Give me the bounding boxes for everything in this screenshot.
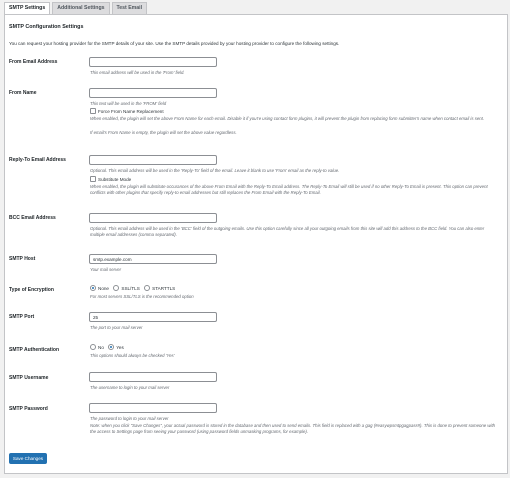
- smtp-username-input[interactable]: [89, 372, 217, 382]
- reply-to-label: Reply-To Email Address: [9, 157, 66, 163]
- smtp-auth-radio-no[interactable]: [90, 344, 96, 350]
- substitute-mode-label: Substitute Mode: [98, 176, 132, 182]
- encryption-option-starttls-label: STARTTLS: [152, 285, 176, 291]
- smtp-auth-desc: This options should always be checked 'Y…: [90, 353, 175, 358]
- encryption-radio-starttls[interactable]: [144, 285, 151, 291]
- from-name-input[interactable]: [89, 88, 217, 98]
- settings-panel: SMTP Configuration Settings You can requ…: [4, 14, 508, 474]
- smtp-auth-option-yes[interactable]: Yes: [108, 344, 124, 350]
- tab-additional-settings[interactable]: Additional Settings: [52, 2, 110, 14]
- substitute-mode-checkbox[interactable]: [90, 176, 96, 182]
- from-name-label: From Name: [9, 90, 37, 96]
- bcc-desc: Optional. This email address will be use…: [90, 226, 485, 238]
- smtp-auth-radio-yes[interactable]: [108, 344, 115, 350]
- smtp-port-input[interactable]: [89, 312, 217, 322]
- from-email-label: From Email Address: [9, 59, 58, 65]
- substitute-mode-desc: When enabled, the plugin will substitute…: [90, 184, 488, 196]
- encryption-label: Type of Encryption: [9, 287, 54, 293]
- substitute-mode-option[interactable]: Substitute Mode: [90, 176, 134, 184]
- intro-text: You can request your hosting provider fo…: [9, 41, 340, 46]
- bcc-label: BCC Email Address: [9, 215, 56, 221]
- smtp-username-desc: The username to login to your mail serve…: [90, 385, 170, 390]
- force-from-name-checkbox[interactable]: [90, 108, 96, 114]
- reply-to-input[interactable]: [89, 155, 217, 165]
- section-title: SMTP Configuration Settings: [9, 24, 84, 30]
- encryption-radio-ssl-tls[interactable]: [113, 285, 120, 291]
- encryption-option-ssl-tls[interactable]: SSL/TLS: [113, 285, 140, 291]
- reply-to-desc: Optional. This email address will be use…: [90, 168, 340, 173]
- smtp-password-label: SMTP Password: [9, 406, 48, 412]
- from-email-input[interactable]: [89, 57, 217, 67]
- force-from-name-desc: When enabled, the plugin will set the ab…: [90, 116, 485, 121]
- encryption-radio-none[interactable]: [90, 285, 96, 291]
- force-from-name-option[interactable]: Force From Name Replacement: [90, 108, 167, 116]
- smtp-auth-label: SMTP Authentication: [9, 347, 59, 353]
- encryption-option-none[interactable]: None: [90, 285, 109, 291]
- encryption-options: None SSL/TLS STARTTLS: [90, 285, 178, 293]
- smtp-username-label: SMTP Username: [9, 375, 49, 381]
- smtp-auth-options: No Yes: [90, 344, 127, 352]
- encryption-option-ssl-tls-label: SSL/TLS: [121, 285, 140, 291]
- smtp-password-input[interactable]: [89, 403, 217, 413]
- force-from-name-label: Force From Name Replacement: [98, 108, 164, 114]
- from-email-desc: This email address will be used in the '…: [90, 70, 185, 75]
- tab-test-email[interactable]: Test Email: [111, 2, 148, 14]
- smtp-host-desc: Your mail server: [90, 267, 122, 272]
- smtp-auth-option-no[interactable]: No: [90, 344, 104, 350]
- encryption-option-none-label: None: [98, 285, 109, 291]
- smtp-password-note: Note: when you click "Save Changes", you…: [90, 423, 496, 435]
- force-from-name-desc-2: If email's From Name is empty, the plugi…: [90, 130, 237, 135]
- smtp-port-label: SMTP Port: [9, 314, 35, 320]
- smtp-host-input[interactable]: [89, 254, 217, 264]
- save-changes-button[interactable]: Save Changes: [9, 453, 47, 464]
- smtp-auth-option-yes-label: Yes: [116, 344, 124, 350]
- encryption-option-starttls[interactable]: STARTTLS: [144, 285, 175, 291]
- from-name-desc: This text will be used in the 'FROM' fie…: [90, 101, 167, 106]
- bcc-input[interactable]: [89, 213, 217, 223]
- smtp-port-desc: The port to your mail server: [90, 325, 143, 330]
- smtp-auth-option-no-label: No: [98, 344, 104, 350]
- encryption-desc: For most servers SSL/TLS is the recommen…: [90, 294, 194, 299]
- smtp-password-desc: The password to login to your mail serve…: [90, 416, 169, 421]
- smtp-host-label: SMTP Host: [9, 256, 36, 262]
